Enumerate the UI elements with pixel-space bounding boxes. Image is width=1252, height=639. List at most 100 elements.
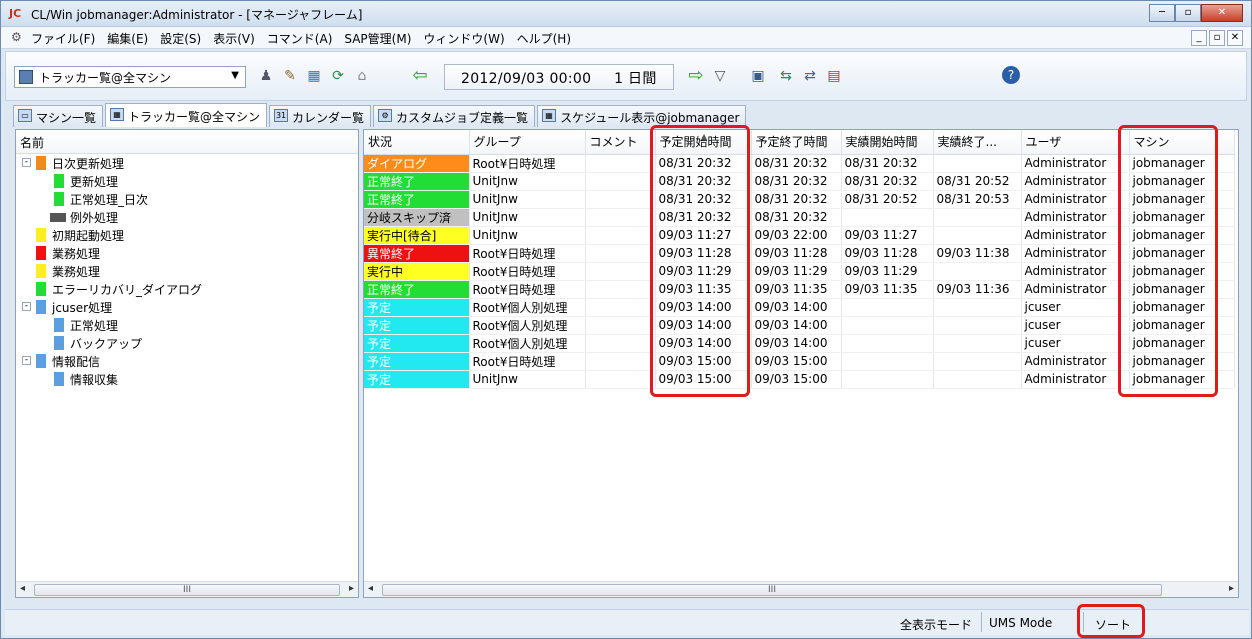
- menu-item[interactable]: ウィンドウ(W): [423, 30, 504, 47]
- menu-item[interactable]: SAP管理(M): [344, 30, 411, 47]
- tree-item-label: 業務処理: [52, 265, 101, 279]
- menu-item[interactable]: ファイル(F): [31, 30, 95, 47]
- toolbar: トラッカー覧@全マシン ▼ ♟ ✎ ▦ ⟳ ⌂ ⇦ 2012/09/03 00:…: [5, 51, 1247, 101]
- tab-tracker[interactable]: ▦ トラッカー覧@全マシン: [105, 103, 268, 127]
- column-header[interactable]: マシン: [1129, 130, 1235, 155]
- table-row[interactable]: 分岐スキップ済 UnitJnw 08/31 20:32 08/31 20:32 Admi…: [364, 208, 1235, 227]
- sort-indicator[interactable]: ソート: [1095, 616, 1131, 633]
- column-header[interactable]: コメント: [585, 130, 656, 155]
- menu-item[interactable]: コマンド(A): [267, 30, 333, 47]
- menu-item[interactable]: ヘルプ(H): [517, 30, 571, 47]
- column-header[interactable]: 予定終了時間: [751, 130, 842, 155]
- cell-sched-start: 08/31 20:32: [655, 172, 752, 191]
- cell-machine: jobmanager: [1129, 172, 1235, 191]
- column-header[interactable]: 実績終了...: [933, 130, 1022, 155]
- prev-arrow-icon[interactable]: ⇦: [410, 66, 430, 86]
- cell-sched-start: 09/03 14:00: [655, 298, 752, 317]
- mdi-close-button[interactable]: ✕: [1227, 30, 1243, 46]
- tools-icon[interactable]: ✎: [280, 66, 300, 86]
- minimize-button[interactable]: ─: [1149, 4, 1175, 22]
- date-range-display[interactable]: 2012/09/03 00:00 1 日間: [444, 64, 674, 90]
- tree-item[interactable]: エラーリカバリ_ダイアログ: [16, 280, 358, 298]
- tree-item[interactable]: バックアップ: [16, 334, 358, 352]
- table-row[interactable]: 正常終了 UnitJnw 08/31 20:32 08/31 20:32 08/31 2…: [364, 190, 1235, 209]
- filter-icon[interactable]: ▽: [710, 66, 730, 86]
- collapse-toggle-icon[interactable]: -: [22, 302, 31, 311]
- tracker-select-value: トラッカー覧@全マシン: [39, 71, 172, 85]
- refresh-icon[interactable]: ⟳: [328, 66, 348, 86]
- tab-custom-job[interactable]: ⚙ カスタムジョブ定義一覧: [373, 105, 536, 127]
- tree-item[interactable]: - 情報配信: [16, 352, 358, 370]
- maximize-button[interactable]: ▫: [1175, 4, 1201, 22]
- tree-horizontal-scrollbar[interactable]: ◂ III ▸: [16, 581, 358, 597]
- tab-machine-list[interactable]: ▭ マシン一覧: [13, 105, 104, 127]
- scroll-thumb[interactable]: III: [34, 584, 340, 596]
- mdi-restore-button[interactable]: ▫: [1209, 30, 1225, 46]
- tree-item[interactable]: 正常処理: [16, 316, 358, 334]
- tree-item[interactable]: 初期起動処理: [16, 226, 358, 244]
- tree-item[interactable]: 正常処理_日次: [16, 190, 358, 208]
- column-header[interactable]: グループ: [469, 130, 586, 155]
- scroll-thumb[interactable]: III: [382, 584, 1162, 596]
- cell-act-start: [841, 370, 934, 389]
- help-icon[interactable]: ?: [1002, 66, 1020, 84]
- table-row[interactable]: 実行中[待合] UnitJnw 09/03 11:27 09/03 22:00 09/0…: [364, 226, 1235, 245]
- cell-status: 予定: [364, 352, 470, 371]
- cell-status: 正常終了: [364, 280, 470, 299]
- sync-icon[interactable]: ⇆: [776, 66, 796, 86]
- cell-status: 実行中[待合]: [364, 226, 470, 245]
- menu-item[interactable]: 表示(V): [213, 30, 255, 47]
- status-bar: 全表示モード UMS Mode ソート: [5, 609, 1249, 635]
- table-row[interactable]: 予定 Root¥個人別処理 09/03 14:00 09/03 14:00 jcuser…: [364, 316, 1235, 335]
- tree-item[interactable]: - 日次更新処理: [16, 154, 358, 172]
- close-button[interactable]: ✕: [1201, 4, 1243, 22]
- table-row[interactable]: 実行中 Root¥日時処理 09/03 11:29 09/03 11:29 09/03 …: [364, 262, 1235, 281]
- menu-item[interactable]: 設定(S): [160, 30, 201, 47]
- table-row[interactable]: 予定 Root¥日時処理 09/03 15:00 09/03 15:00 Adminis…: [364, 352, 1235, 371]
- table-row[interactable]: ダイアログ Root¥日時処理 08/31 20:32 08/31 20:32 08/3…: [364, 154, 1235, 173]
- next-arrow-icon[interactable]: ⇨: [686, 66, 706, 86]
- menu-item[interactable]: 編集(E): [107, 30, 148, 47]
- table-row[interactable]: 正常終了 Root¥日時処理 09/03 11:35 09/03 11:35 09/03…: [364, 280, 1235, 299]
- tree-item[interactable]: 業務処理: [16, 244, 358, 262]
- mdi-minimize-button[interactable]: _: [1191, 30, 1207, 46]
- job-icon[interactable]: ▣: [748, 66, 768, 86]
- lock-icon[interactable]: ⌂: [352, 66, 372, 86]
- column-header[interactable]: 状況: [364, 130, 470, 155]
- dropdown-arrow-icon[interactable]: ▼: [231, 70, 239, 81]
- tracker-select[interactable]: トラッカー覧@全マシン ▼: [14, 66, 246, 88]
- scroll-right-icon[interactable]: ▸: [349, 583, 354, 594]
- cell-user: Administrator: [1021, 226, 1130, 245]
- user-icon[interactable]: ♟: [256, 66, 276, 86]
- grid-horizontal-scrollbar[interactable]: ◂ III ▸: [364, 581, 1238, 597]
- tree-item[interactable]: 情報収集: [16, 370, 358, 388]
- tab-calendar[interactable]: 31 カレンダー覧: [269, 105, 372, 127]
- cell-sched-end: 08/31 20:32: [751, 190, 842, 209]
- table-row[interactable]: 予定 Root¥個人別処理 09/03 14:00 09/03 14:00 jcuser…: [364, 334, 1235, 353]
- new-schedule-icon[interactable]: ▤: [824, 66, 844, 86]
- tab-label: カレンダー覧: [292, 111, 365, 125]
- table-row[interactable]: 予定 UnitJnw 09/03 15:00 09/03 15:00 Administr…: [364, 370, 1235, 389]
- tree-item[interactable]: 例外処理: [16, 208, 358, 226]
- collapse-toggle-icon[interactable]: -: [22, 158, 31, 167]
- column-header[interactable]: 実績開始時間: [841, 130, 934, 155]
- table-row[interactable]: 予定 Root¥個人別処理 09/03 14:00 09/03 14:00 jcuser…: [364, 298, 1235, 317]
- tree-item[interactable]: 更新処理: [16, 172, 358, 190]
- image-icon[interactable]: ▦: [304, 66, 324, 86]
- tree-item[interactable]: 業務処理: [16, 262, 358, 280]
- tree-header[interactable]: 名前: [16, 130, 358, 154]
- scroll-left-icon[interactable]: ◂: [20, 583, 25, 594]
- collapse-toggle-icon[interactable]: -: [22, 356, 31, 365]
- table-row[interactable]: 正常終了 UnitJnw 08/31 20:32 08/31 20:32 08/31 2…: [364, 172, 1235, 191]
- column-header[interactable]: ユーザ: [1021, 130, 1130, 155]
- scroll-right-icon[interactable]: ▸: [1229, 583, 1234, 594]
- tab-schedule[interactable]: ▦ スケジュール表示@jobmanager: [537, 105, 747, 127]
- cell-act-end: 08/31 20:52: [933, 172, 1022, 191]
- scroll-left-icon[interactable]: ◂: [368, 583, 373, 594]
- cell-machine: jobmanager: [1129, 262, 1235, 281]
- sync-blue-icon[interactable]: ⇄: [800, 66, 820, 86]
- tab-icon: ▦: [110, 108, 125, 121]
- tree-item[interactable]: - jcuser処理: [16, 298, 358, 316]
- mdi-system-icon[interactable]: ⚙: [11, 30, 22, 44]
- table-row[interactable]: 異常終了 Root¥日時処理 09/03 11:28 09/03 11:28 09/03…: [364, 244, 1235, 263]
